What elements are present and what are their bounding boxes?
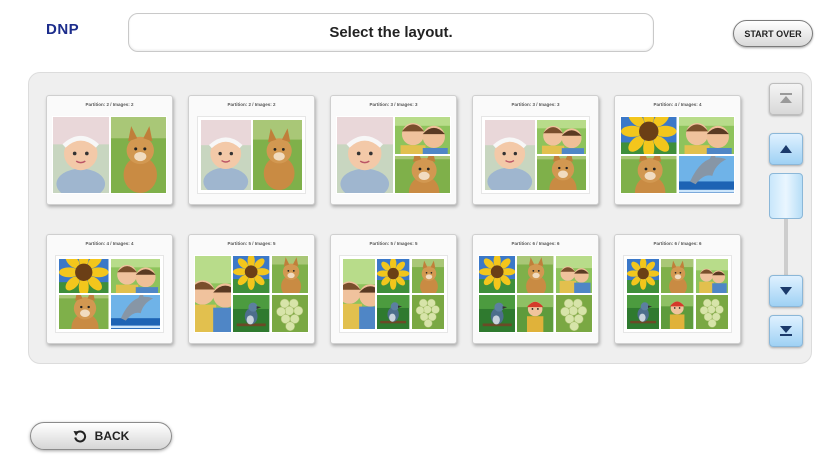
preview-photo-grapes — [695, 295, 728, 329]
scroll-to-top-icon — [780, 93, 792, 103]
layout-preview — [55, 255, 164, 333]
page-title: Select the layout. — [329, 24, 453, 41]
layout-option[interactable]: Partition: 6 / Images: 6 — [472, 234, 599, 344]
preview-photo-grapes — [411, 295, 444, 329]
scroll-up-icon — [780, 145, 792, 153]
preview-photo-dog — [110, 117, 166, 193]
layout-option-label: Partition: 5 / Images: 5 — [369, 241, 418, 246]
layout-preview — [620, 116, 735, 194]
preview-photo-sunflower — [233, 256, 270, 293]
layout-option-label: Partition: 3 / Images: 3 — [369, 102, 418, 107]
preview-photo-kids — [110, 259, 160, 293]
preview-photo-dog — [59, 295, 109, 329]
preview-photo-baby — [337, 117, 393, 193]
preview-photo-girl — [517, 295, 554, 332]
preview-photo-sunflower — [621, 117, 677, 154]
layout-option[interactable]: Partition: 3 / Images: 3 — [330, 95, 457, 205]
preview-photo-kids — [195, 256, 232, 332]
layout-option[interactable]: Partition: 5 / Images: 5 — [330, 234, 457, 344]
layout-option-label: Partition: 6 / Images: 6 — [511, 241, 560, 246]
preview-photo-dolphin — [678, 156, 734, 193]
preview-photo-sunflower — [59, 259, 109, 293]
preview-photo-bird — [377, 295, 410, 329]
layout-option-label: Partition: 4 / Images: 4 — [653, 102, 702, 107]
preview-photo-kids — [555, 256, 592, 293]
scroll-down-button[interactable] — [769, 275, 803, 307]
preview-photo-kids — [343, 259, 376, 329]
dnp-logo: DNP — [46, 21, 80, 38]
scroll-controls — [769, 83, 803, 353]
back-button[interactable]: BACK — [30, 422, 172, 450]
preview-photo-kids — [678, 117, 734, 154]
preview-photo-kids — [536, 120, 586, 154]
preview-photo-baby — [201, 120, 251, 190]
preview-photo-bird — [627, 295, 660, 329]
layout-grid: Partition: 2 / Images: 2 Partition: 2 / I… — [46, 95, 741, 344]
preview-photo-grapes — [555, 295, 592, 332]
layout-option[interactable]: Partition: 5 / Images: 5 — [188, 234, 315, 344]
preview-photo-dog — [536, 156, 586, 190]
layout-option-label: Partition: 2 / Images: 2 — [227, 102, 276, 107]
preview-photo-kids — [394, 117, 450, 154]
layout-preview — [339, 255, 448, 333]
scroll-thumb[interactable] — [769, 173, 803, 219]
preview-photo-dog — [271, 256, 308, 293]
preview-photo-dog — [394, 156, 450, 193]
preview-photo-dog — [621, 156, 677, 193]
preview-photo-dog — [411, 259, 444, 293]
preview-photo-bird — [233, 295, 270, 332]
preview-photo-dog — [252, 120, 302, 190]
layout-option-label: Partition: 6 / Images: 6 — [653, 241, 702, 246]
layout-option[interactable]: Partition: 2 / Images: 2 — [188, 95, 315, 205]
preview-photo-sunflower — [377, 259, 410, 293]
preview-photo-dolphin — [110, 295, 160, 329]
back-arrow-icon — [73, 430, 86, 443]
layout-selection-panel: Partition: 2 / Images: 2 Partition: 2 / I… — [28, 72, 812, 364]
layout-option-label: Partition: 2 / Images: 2 — [85, 102, 134, 107]
layout-option[interactable]: Partition: 3 / Images: 3 — [472, 95, 599, 205]
preview-photo-bird — [479, 295, 516, 332]
preview-photo-dog — [517, 256, 554, 293]
preview-photo-girl — [661, 295, 694, 329]
preview-photo-sunflower — [627, 259, 660, 293]
preview-photo-sunflower — [479, 256, 516, 293]
layout-preview — [197, 116, 306, 194]
layout-preview — [478, 255, 593, 333]
preview-photo-baby — [53, 117, 109, 193]
scroll-to-bottom-icon — [780, 326, 792, 336]
layout-option-label: Partition: 3 / Images: 3 — [511, 102, 560, 107]
back-label: BACK — [94, 429, 130, 443]
layout-option-label: Partition: 4 / Images: 4 — [85, 241, 134, 246]
layout-option-label: Partition: 5 / Images: 5 — [227, 241, 276, 246]
layout-option[interactable]: Partition: 6 / Images: 6 — [614, 234, 741, 344]
start-over-button[interactable]: START OVER — [733, 20, 813, 47]
scroll-up-button[interactable] — [769, 133, 803, 165]
layout-preview — [623, 255, 732, 333]
layout-preview — [336, 116, 451, 194]
layout-option[interactable]: Partition: 4 / Images: 4 — [614, 95, 741, 205]
scroll-to-top-button[interactable] — [769, 83, 803, 115]
scroll-down-icon — [780, 287, 792, 295]
layout-option[interactable]: Partition: 4 / Images: 4 — [46, 234, 173, 344]
title-bar: Select the layout. — [128, 13, 654, 52]
preview-photo-kids — [695, 259, 728, 293]
preview-photo-dog — [661, 259, 694, 293]
layout-preview — [52, 116, 167, 194]
layout-preview — [481, 116, 590, 194]
preview-photo-grapes — [271, 295, 308, 332]
layout-option[interactable]: Partition: 2 / Images: 2 — [46, 95, 173, 205]
layout-preview — [194, 255, 309, 333]
scroll-to-bottom-button[interactable] — [769, 315, 803, 347]
preview-photo-baby — [485, 120, 535, 190]
